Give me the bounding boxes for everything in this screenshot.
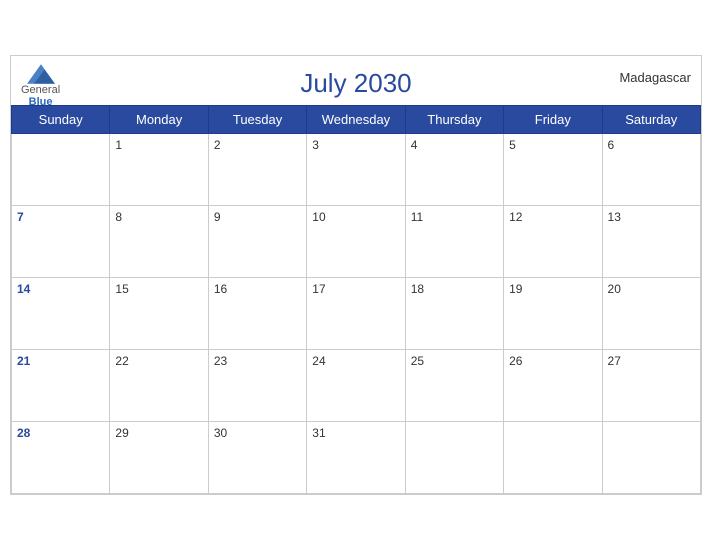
day-number: 26 xyxy=(509,354,522,368)
calendar-cell: 26 xyxy=(504,350,602,422)
day-number: 17 xyxy=(312,282,325,296)
calendar-cell: 24 xyxy=(307,350,405,422)
calendar-header: General Blue July 2030 Madagascar xyxy=(11,56,701,105)
header-thursday: Thursday xyxy=(405,106,503,134)
calendar-cell: 2 xyxy=(208,134,306,206)
calendar-cell: 7 xyxy=(12,206,110,278)
calendar-cell: 11 xyxy=(405,206,503,278)
header-monday: Monday xyxy=(110,106,208,134)
calendar-cell xyxy=(504,422,602,494)
calendar-cell: 23 xyxy=(208,350,306,422)
day-number: 11 xyxy=(411,210,423,224)
day-number: 22 xyxy=(115,354,128,368)
calendar-cell: 10 xyxy=(307,206,405,278)
day-number: 16 xyxy=(214,282,227,296)
day-number: 28 xyxy=(17,426,30,440)
calendar-cell: 31 xyxy=(307,422,405,494)
day-number: 2 xyxy=(214,138,221,152)
calendar-cell: 28 xyxy=(12,422,110,494)
day-number: 1 xyxy=(115,138,122,152)
calendar-cell: 17 xyxy=(307,278,405,350)
day-number: 6 xyxy=(608,138,615,152)
logo-general: General xyxy=(21,84,60,96)
calendar-cell: 1 xyxy=(110,134,208,206)
calendar-cell: 22 xyxy=(110,350,208,422)
calendar-cell xyxy=(602,422,700,494)
weekday-header-row: Sunday Monday Tuesday Wednesday Thursday… xyxy=(12,106,701,134)
calendar-cell: 6 xyxy=(602,134,700,206)
calendar-cell: 29 xyxy=(110,422,208,494)
day-number: 5 xyxy=(509,138,516,152)
calendar-cell: 4 xyxy=(405,134,503,206)
day-number: 15 xyxy=(115,282,128,296)
calendar-table: Sunday Monday Tuesday Wednesday Thursday… xyxy=(11,105,701,494)
calendar-cell: 18 xyxy=(405,278,503,350)
calendar: General Blue July 2030 Madagascar Sunday… xyxy=(10,55,702,495)
calendar-week-4: 21 22 23 24 25 26 27 xyxy=(12,350,701,422)
logo-blue: Blue xyxy=(29,96,53,108)
calendar-cell: 25 xyxy=(405,350,503,422)
day-number: 12 xyxy=(509,210,522,224)
calendar-cell: 13 xyxy=(602,206,700,278)
day-number: 9 xyxy=(214,210,221,224)
calendar-week-3: 14 15 16 17 18 19 20 xyxy=(12,278,701,350)
calendar-cell: 30 xyxy=(208,422,306,494)
day-number: 27 xyxy=(608,354,621,368)
header-tuesday: Tuesday xyxy=(208,106,306,134)
day-number: 29 xyxy=(115,426,128,440)
calendar-cell xyxy=(405,422,503,494)
day-number: 13 xyxy=(608,210,621,224)
day-number: 10 xyxy=(312,210,325,224)
calendar-cell: 14 xyxy=(12,278,110,350)
calendar-week-5: 28 29 30 31 xyxy=(12,422,701,494)
day-number: 21 xyxy=(17,354,30,368)
day-number: 31 xyxy=(312,426,325,440)
calendar-cell xyxy=(12,134,110,206)
calendar-cell: 21 xyxy=(12,350,110,422)
calendar-cell: 15 xyxy=(110,278,208,350)
day-number: 7 xyxy=(17,210,24,224)
calendar-cell: 8 xyxy=(110,206,208,278)
day-number: 25 xyxy=(411,354,424,368)
day-number: 19 xyxy=(509,282,522,296)
calendar-cell: 5 xyxy=(504,134,602,206)
header-wednesday: Wednesday xyxy=(307,106,405,134)
calendar-cell: 19 xyxy=(504,278,602,350)
calendar-cell: 9 xyxy=(208,206,306,278)
calendar-cell: 16 xyxy=(208,278,306,350)
logo: General Blue xyxy=(21,64,60,108)
calendar-cell: 3 xyxy=(307,134,405,206)
header-sunday: Sunday xyxy=(12,106,110,134)
day-number: 3 xyxy=(312,138,319,152)
calendar-week-1: 1 2 3 4 5 6 xyxy=(12,134,701,206)
logo-icon xyxy=(27,64,55,84)
calendar-title: July 2030 xyxy=(27,68,685,99)
header-friday: Friday xyxy=(504,106,602,134)
country-label: Madagascar xyxy=(619,70,691,85)
header-saturday: Saturday xyxy=(602,106,700,134)
day-number: 24 xyxy=(312,354,325,368)
calendar-cell: 20 xyxy=(602,278,700,350)
day-number: 30 xyxy=(214,426,227,440)
calendar-week-2: 7 8 9 10 11 12 13 xyxy=(12,206,701,278)
day-number: 4 xyxy=(411,138,418,152)
day-number: 14 xyxy=(17,282,30,296)
calendar-cell: 27 xyxy=(602,350,700,422)
day-number: 8 xyxy=(115,210,122,224)
day-number: 23 xyxy=(214,354,227,368)
day-number: 20 xyxy=(608,282,621,296)
day-number: 18 xyxy=(411,282,424,296)
calendar-cell: 12 xyxy=(504,206,602,278)
